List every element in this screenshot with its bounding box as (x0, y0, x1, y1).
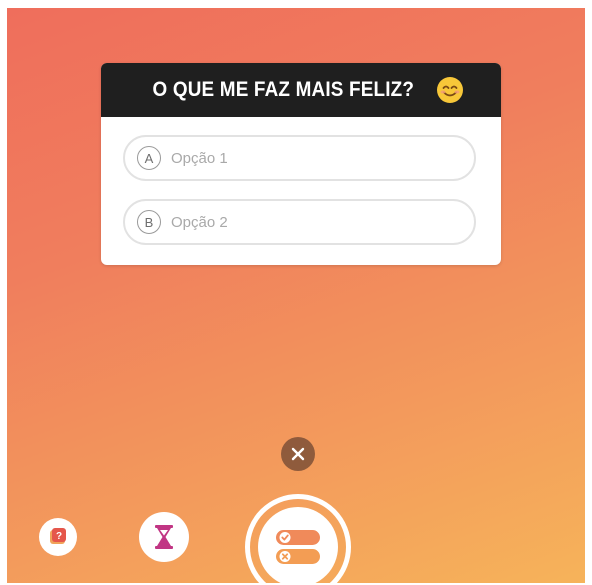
quiz-header: O QUE ME FAZ MAIS FELIZ? (101, 63, 501, 117)
question-sticker-button[interactable]: ? (39, 518, 77, 556)
quiz-sticker-icon (276, 530, 320, 564)
quiz-option-b[interactable]: B Opção 2 (123, 199, 476, 245)
option-letter-a: A (137, 146, 161, 170)
question-sticker-icon: ? (50, 528, 66, 544)
quiz-sticker-capture-button[interactable] (245, 494, 351, 583)
story-editor-screen: O QUE ME FAZ MAIS FELIZ? A Opção 1 B Opç… (7, 8, 585, 583)
capture-button-inner (258, 507, 338, 583)
quiz-sticker[interactable]: O QUE ME FAZ MAIS FELIZ? A Opção 1 B Opç… (101, 63, 501, 265)
option-letter-b: B (137, 210, 161, 234)
option-input-a[interactable]: Opção 1 (171, 150, 228, 167)
close-button[interactable] (281, 437, 315, 471)
countdown-sticker-button[interactable] (139, 512, 189, 562)
quiz-option-a[interactable]: A Opção 1 (123, 135, 476, 181)
close-icon (291, 447, 305, 461)
option-input-b[interactable]: Opção 2 (171, 214, 228, 231)
smiling-face-icon (436, 76, 464, 104)
svg-text:?: ? (56, 531, 62, 542)
quiz-title[interactable]: O QUE ME FAZ MAIS FELIZ? (152, 78, 414, 102)
hourglass-icon (155, 525, 173, 549)
